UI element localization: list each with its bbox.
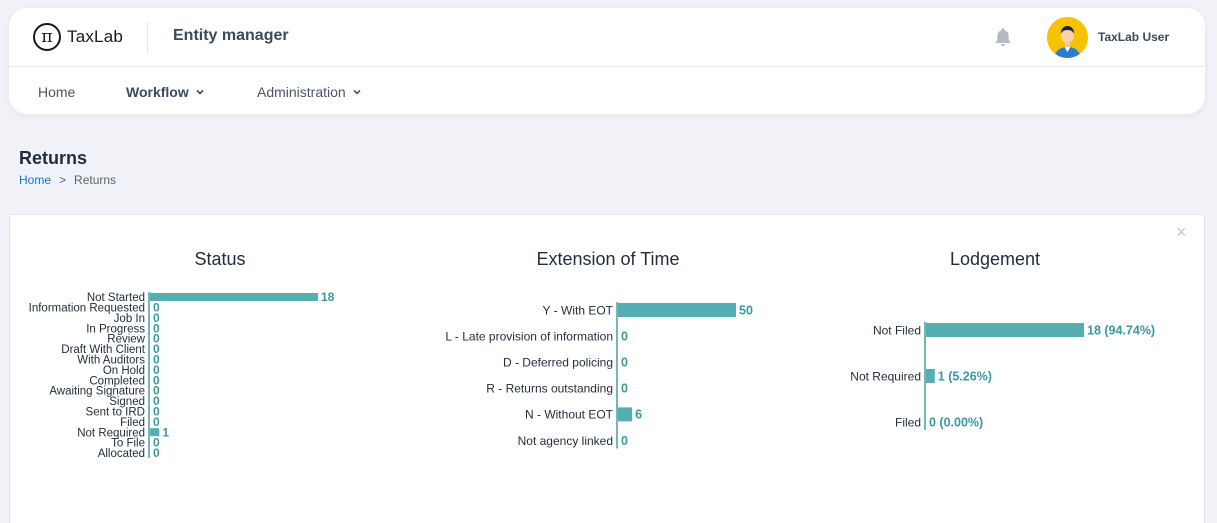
- logo-text: TaxLab: [67, 27, 124, 46]
- top-header-card: π TaxLab Entity manager TaxLab User Home: [9, 8, 1205, 114]
- chart-category-label: Not agency linked: [518, 434, 613, 448]
- eot-chart-title: Extension of Time: [536, 249, 680, 269]
- eot-chart: Y - With EOT 50 L - Late provision of info…: [445, 302, 753, 449]
- breadcrumb-separator: >: [59, 173, 67, 187]
- app-title: Entity manager: [173, 27, 289, 44]
- chart-value-label: 0: [153, 415, 160, 429]
- chevron-down-icon: [353, 89, 361, 95]
- chart-category-label: R - Returns outstanding: [486, 382, 613, 396]
- chart-value-label: 18: [321, 290, 335, 304]
- header-divider: [147, 22, 148, 52]
- chart-category-label: Filed: [895, 415, 921, 429]
- chart-bar: [926, 323, 1084, 337]
- returns-charts-panel: × Status Extension of Time Lodgement Not…: [9, 214, 1205, 523]
- lodgement-chart: Not Filed 18 (94.74%) Not Required 1 (5.26%…: [850, 322, 1155, 430]
- bell-icon[interactable]: [992, 26, 1014, 48]
- taxlab-logo[interactable]: π TaxLab: [33, 22, 123, 52]
- chart-category-label: L - Late provision of information: [445, 329, 613, 343]
- breadcrumb: Home > Returns: [19, 173, 116, 187]
- chart-category-label: Not Filed: [873, 323, 921, 337]
- status-chart-title: Status: [194, 249, 246, 269]
- nav-item-label: Home: [38, 84, 76, 100]
- chart-category-label: Not Required: [850, 369, 921, 383]
- user-avatar[interactable]: [1047, 17, 1088, 58]
- avatar-illustration: [1047, 17, 1088, 58]
- chart-value-label: 0: [153, 446, 160, 460]
- chart-value-label: 0 (0.00%): [929, 415, 983, 429]
- main-nav: Home Workflow Administration: [9, 67, 1205, 114]
- header-bar: π TaxLab Entity manager TaxLab User: [9, 8, 1205, 67]
- chart-value-label: 50: [739, 303, 753, 317]
- chart-category-label: Y - With EOT: [543, 303, 614, 317]
- nav-item-workflow[interactable]: Workflow: [126, 84, 205, 100]
- breadcrumb-current: Returns: [74, 173, 117, 187]
- status-chart: Not Started 18Information Requested 0Job I…: [29, 290, 335, 460]
- lodgement-chart-title: Lodgement: [949, 249, 1041, 269]
- nav-item-home[interactable]: Home: [38, 84, 75, 100]
- chart-bar: [926, 369, 935, 383]
- chart-value-label: 0: [621, 382, 628, 396]
- pi-circle-icon: π: [33, 23, 61, 51]
- chart-value-label: 1: [162, 425, 169, 439]
- chart-value-label: 0: [621, 434, 628, 448]
- chart-bar: [150, 293, 318, 301]
- chart-value-label: 18 (94.74%): [1087, 323, 1155, 337]
- nav-item-label: Workflow: [126, 84, 189, 100]
- chevron-down-icon: [196, 89, 204, 95]
- close-icon[interactable]: ×: [1176, 223, 1187, 241]
- chart-value-label: 0: [621, 329, 628, 343]
- breadcrumb-home-link[interactable]: Home: [19, 173, 51, 187]
- chart-value-label: 6: [635, 408, 642, 422]
- chart-value-label: 0: [621, 356, 628, 370]
- nav-item-label: Administration: [257, 84, 346, 100]
- chart-value-label: 1 (5.26%): [938, 369, 992, 383]
- chart-category-label: N - Without EOT: [525, 408, 614, 422]
- chart-category-label: D - Deferred policing: [503, 356, 613, 370]
- chart-category-label: Allocated: [98, 448, 145, 460]
- user-name[interactable]: TaxLab User: [1098, 30, 1169, 44]
- nav-item-administration[interactable]: Administration: [257, 84, 362, 100]
- chart-bar: [618, 303, 736, 317]
- page-title: Returns: [19, 148, 88, 168]
- chart-bar: [618, 407, 633, 422]
